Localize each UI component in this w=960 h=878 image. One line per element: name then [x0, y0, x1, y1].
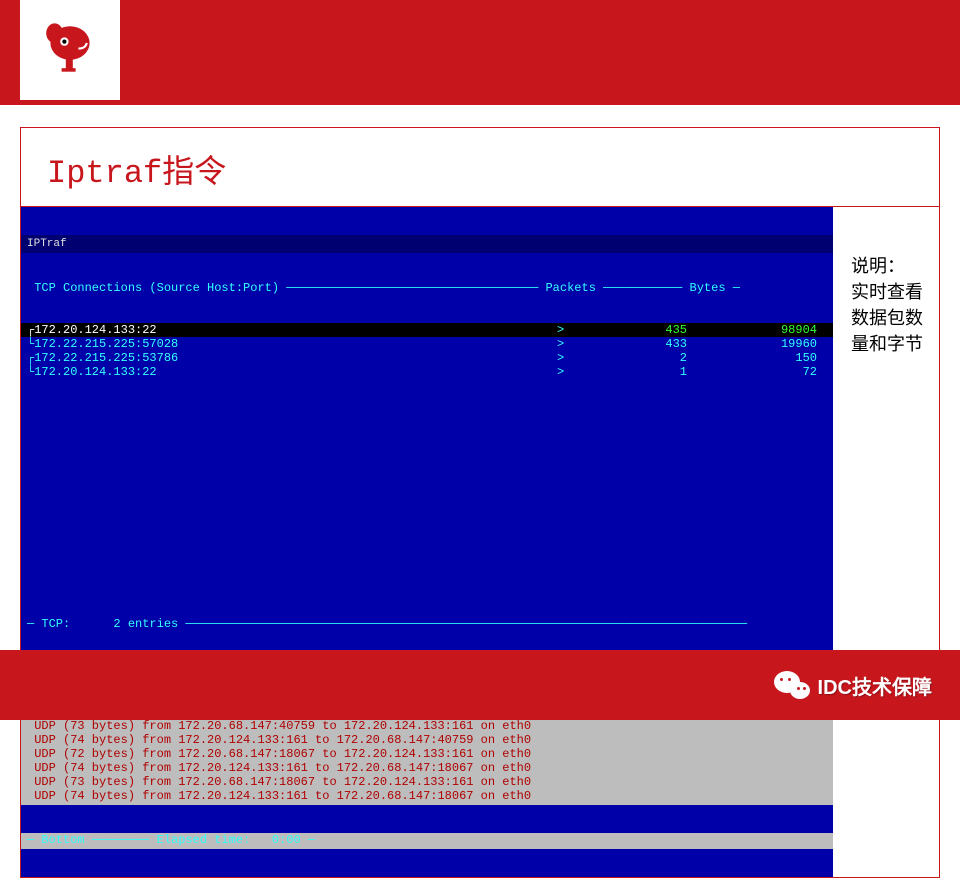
- tcp-summary: ─ TCP: 2 entries ───────────────────────…: [21, 615, 833, 633]
- udp-line: UDP (73 bytes) from 172.20.68.147:18067 …: [27, 775, 827, 789]
- footer-bar: IDC技术保障: [0, 650, 960, 720]
- udp-line: UDP (74 bytes) from 172.20.124.133:161 t…: [27, 761, 827, 775]
- jd-logo: [20, 0, 120, 100]
- spacer: [21, 407, 833, 587]
- udp-line: UDP (73 bytes) from 172.20.68.147:40759 …: [27, 719, 827, 733]
- description: 说明：实时查看数据包数量和字节: [833, 207, 939, 357]
- udp-line: UDP (72 bytes) from 172.20.68.147:18067 …: [27, 747, 827, 761]
- tcp-row: ┌172.20.124.133:22>43598904: [21, 323, 833, 337]
- tcp-row: └172.22.215.225:57028>43319960: [21, 337, 833, 351]
- footer-text: IDC技术保障: [818, 671, 932, 700]
- terminal-header: TCP Connections (Source Host:Port) ─────…: [21, 281, 833, 295]
- card-body: IPTraf TCP Connections (Source Host:Port…: [21, 207, 939, 877]
- content-card: Iptraf指令 IPTraf TCP Connections (Source …: [20, 127, 940, 878]
- page-title: Iptraf指令: [21, 128, 939, 207]
- header-bar: [0, 0, 960, 105]
- iptraf-terminal: IPTraf TCP Connections (Source Host:Port…: [21, 207, 833, 877]
- terminal-app-name: IPTraf: [21, 235, 833, 253]
- tcp-rows: ┌172.20.124.133:22>43598904└172.22.215.2…: [21, 323, 833, 379]
- bottom-line: ─ Bottom ──────── Elapsed time: 0:00 ─: [21, 833, 833, 849]
- tcp-row: ┌172.22.215.225:53786>2150: [21, 351, 833, 365]
- wechat-icon: [774, 667, 810, 703]
- tcp-row: └172.20.124.133:22>172: [21, 365, 833, 379]
- udp-line: UDP (74 bytes) from 172.20.124.133:161 t…: [27, 789, 827, 803]
- udp-line: UDP (74 bytes) from 172.20.124.133:161 t…: [27, 733, 827, 747]
